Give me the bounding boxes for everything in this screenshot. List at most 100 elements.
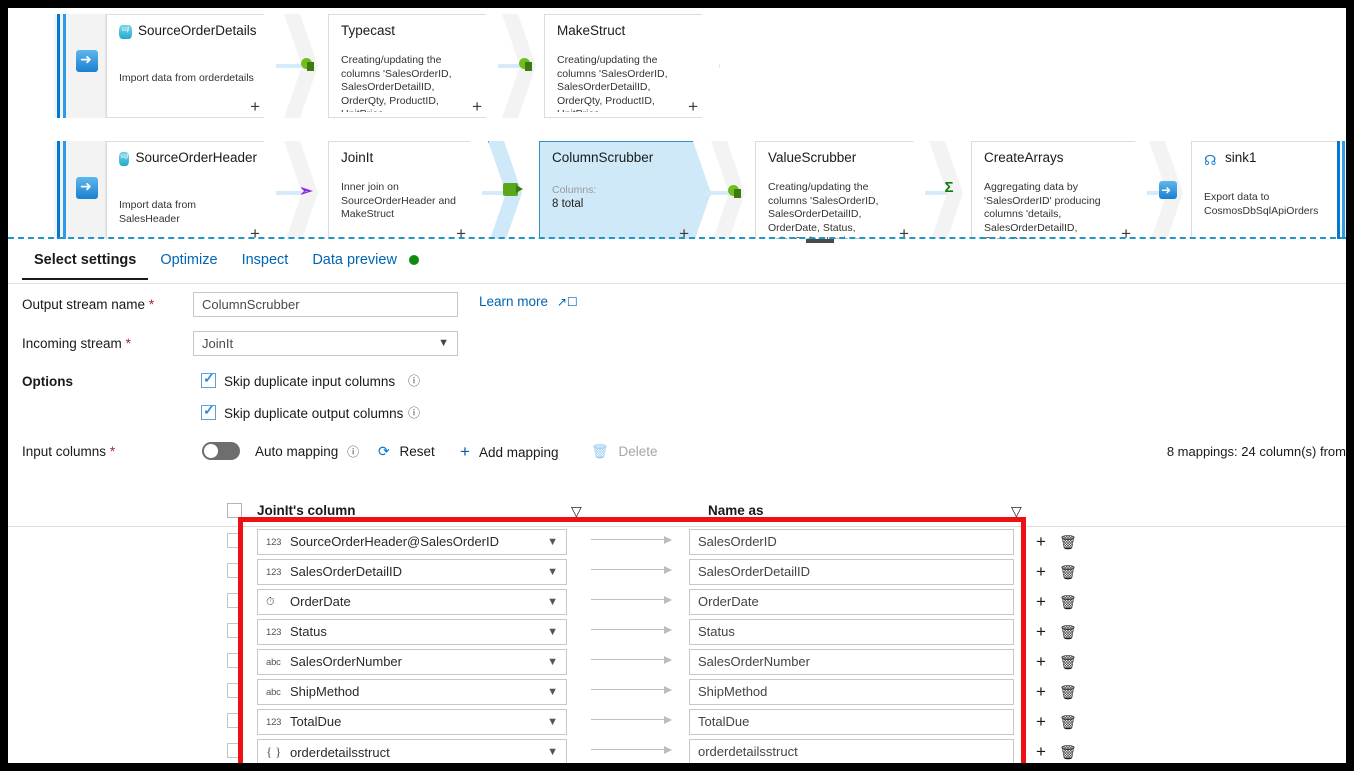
dest-name-input[interactable]: OrderDate bbox=[689, 589, 1014, 615]
sql-database-icon bbox=[119, 25, 132, 39]
chevron-down-icon: ▼ bbox=[547, 566, 558, 578]
dest-name-input[interactable]: TotalDue bbox=[689, 709, 1014, 735]
add-node-button[interactable]: + bbox=[250, 98, 260, 115]
node-source-order-details[interactable]: SourceOrderDetails Import data from orde… bbox=[106, 14, 282, 118]
auto-mapping-text: Auto mapping bbox=[255, 444, 339, 459]
row-add-icon[interactable]: + bbox=[1036, 617, 1046, 647]
row-checkbox[interactable] bbox=[227, 533, 242, 548]
node-create-arrays[interactable]: CreateArrays Aggregating data by 'SalesO… bbox=[971, 141, 1153, 239]
node-typecast[interactable]: Typecast Creating/updating the columns '… bbox=[328, 14, 504, 118]
skip-duplicate-input-checkbox[interactable] bbox=[201, 370, 216, 388]
source-column-select[interactable]: abc ShipMethod ▼ bbox=[257, 679, 567, 705]
panel-drag-handle[interactable] bbox=[806, 239, 834, 243]
info-icon[interactable]: ⓘ bbox=[347, 445, 359, 459]
learn-more-link[interactable]: Learn more ↗☐ bbox=[479, 294, 578, 309]
row-trash-icon[interactable]: 🗑 bbox=[1059, 557, 1077, 587]
filter-icon-dest[interactable]: ▽ bbox=[1011, 495, 1022, 527]
join-icon: ➣ bbox=[299, 183, 313, 200]
add-mapping-label: Add mapping bbox=[478, 445, 559, 460]
info-icon[interactable]: ⓘ bbox=[408, 367, 420, 396]
mapping-arrow-icon bbox=[591, 655, 672, 664]
source-column-select[interactable]: 123 SalesOrderDetailID ▼ bbox=[257, 559, 567, 585]
source-column-select[interactable]: 123 Status ▼ bbox=[257, 619, 567, 645]
node-column-scrubber[interactable]: ColumnScrubber Columns: 8 total + bbox=[539, 141, 711, 239]
source-column-value: orderdetailsstruct bbox=[290, 745, 390, 760]
tab-inspect[interactable]: Inspect bbox=[230, 244, 301, 278]
node-title-row: SourceOrderHeader bbox=[119, 150, 257, 165]
row-add-icon[interactable]: + bbox=[1036, 527, 1046, 557]
row-trash-icon[interactable]: 🗑 bbox=[1059, 527, 1077, 557]
tab-data-preview[interactable]: Data preview bbox=[300, 244, 431, 278]
node-title-row: JoinIt bbox=[341, 150, 463, 165]
output-stream-input[interactable] bbox=[193, 292, 458, 317]
dest-name-input[interactable]: ShipMethod bbox=[689, 679, 1014, 705]
tab-label: Select settings bbox=[34, 252, 137, 268]
tab-optimize[interactable]: Optimize bbox=[148, 244, 229, 278]
source-column-select[interactable]: { } orderdetailsstruct ▼ bbox=[257, 739, 567, 763]
node-description: Export data to CosmosDbSqlApiOrders bbox=[1204, 191, 1319, 217]
row-trash-icon[interactable]: 🗑 bbox=[1059, 677, 1077, 707]
plus-icon: + bbox=[460, 442, 470, 461]
select-all-checkbox[interactable] bbox=[227, 503, 242, 518]
dest-name-input[interactable]: Status bbox=[689, 619, 1014, 645]
row-checkbox[interactable] bbox=[227, 713, 242, 728]
source-column-select[interactable]: abc SalesOrderNumber ▼ bbox=[257, 649, 567, 675]
tab-label: Optimize bbox=[160, 252, 218, 268]
tab-select-settings[interactable]: Select settings bbox=[22, 244, 149, 280]
source-rail-1 bbox=[54, 14, 106, 118]
incoming-stream-select[interactable]: JoinIt ▼ bbox=[193, 331, 458, 356]
row-trash-icon[interactable]: 🗑 bbox=[1059, 617, 1077, 647]
chevron-down-icon: ▼ bbox=[438, 337, 449, 349]
add-mapping-button[interactable]: + Add mapping bbox=[460, 431, 559, 473]
reset-button[interactable]: ⟳ Reset bbox=[378, 431, 435, 472]
auto-mapping-toggle[interactable] bbox=[202, 442, 240, 460]
sql-database-icon bbox=[119, 152, 129, 166]
row-checkbox[interactable] bbox=[227, 563, 242, 578]
table-row: abc ShipMethod ▼ ShipMethod + 🗑 bbox=[8, 677, 1346, 707]
dest-name-input[interactable]: orderdetailsstruct bbox=[689, 739, 1014, 763]
node-source-order-header[interactable]: SourceOrderHeader Import data from Sales… bbox=[106, 141, 282, 239]
row-add-icon[interactable]: + bbox=[1036, 557, 1046, 587]
node-value-scrubber[interactable]: ValueScrubber Creating/updating the colu… bbox=[755, 141, 931, 239]
row-trash-icon[interactable]: 🗑 bbox=[1059, 737, 1077, 763]
dest-name-input[interactable]: SalesOrderID bbox=[689, 529, 1014, 555]
node-joinit[interactable]: JoinIt Inner join on SourceOrderHeader a… bbox=[328, 141, 488, 239]
dest-name-input[interactable]: SalesOrderNumber bbox=[689, 649, 1014, 675]
info-icon[interactable]: ⓘ bbox=[408, 399, 420, 428]
filter-icon-source[interactable]: ▽ bbox=[571, 495, 582, 527]
column-type-icon: { } bbox=[266, 744, 282, 759]
data-flow-canvas[interactable]: SourceOrderDetails Import data from orde… bbox=[8, 8, 1346, 239]
row-trash-icon[interactable]: 🗑 bbox=[1059, 587, 1077, 617]
source-column-select[interactable]: 123 TotalDue ▼ bbox=[257, 709, 567, 735]
row-checkbox[interactable] bbox=[227, 683, 242, 698]
node-make-struct[interactable]: MakeStruct Creating/updating the columns… bbox=[544, 14, 720, 118]
delete-button[interactable]: 🗑 Delete bbox=[591, 431, 658, 472]
row-trash-icon[interactable]: 🗑 bbox=[1059, 707, 1077, 737]
mapping-arrow-icon bbox=[591, 565, 672, 574]
row-trash-icon[interactable]: 🗑 bbox=[1059, 647, 1077, 677]
dest-name-input[interactable]: SalesOrderDetailID bbox=[689, 559, 1014, 585]
row-add-icon[interactable]: + bbox=[1036, 677, 1046, 707]
row-add-icon[interactable]: + bbox=[1036, 707, 1046, 737]
source-column-select[interactable]: ⏱ OrderDate ▼ bbox=[257, 589, 567, 615]
source-column-select[interactable]: 123 SourceOrderHeader@SalesOrderID ▼ bbox=[257, 529, 567, 555]
options-label: Options bbox=[22, 374, 73, 389]
skip-duplicate-output-checkbox[interactable] bbox=[201, 402, 216, 420]
node-title: SourceOrderDetails bbox=[138, 23, 257, 38]
row-checkbox[interactable] bbox=[227, 743, 242, 758]
row-checkbox[interactable] bbox=[227, 593, 242, 608]
row-checkbox[interactable] bbox=[227, 653, 242, 668]
node-sink1[interactable]: ☊ sink1 Export data to CosmosDbSqlApiOrd… bbox=[1191, 141, 1346, 239]
row-add-icon[interactable]: + bbox=[1036, 647, 1046, 677]
node-description: Creating/updating the columns 'SalesOrde… bbox=[557, 54, 668, 107]
row-add-icon[interactable]: + bbox=[1036, 737, 1046, 763]
app-window: SourceOrderDetails Import data from orde… bbox=[8, 8, 1346, 763]
add-node-button[interactable]: + bbox=[472, 98, 482, 115]
aggregate-icon: Σ bbox=[944, 179, 954, 196]
add-node-button[interactable]: + bbox=[688, 98, 698, 115]
source-icon bbox=[76, 175, 98, 199]
label-text: Output stream name bbox=[22, 297, 146, 312]
delete-label: Delete bbox=[618, 444, 658, 459]
row-checkbox[interactable] bbox=[227, 623, 242, 638]
row-add-icon[interactable]: + bbox=[1036, 587, 1046, 617]
